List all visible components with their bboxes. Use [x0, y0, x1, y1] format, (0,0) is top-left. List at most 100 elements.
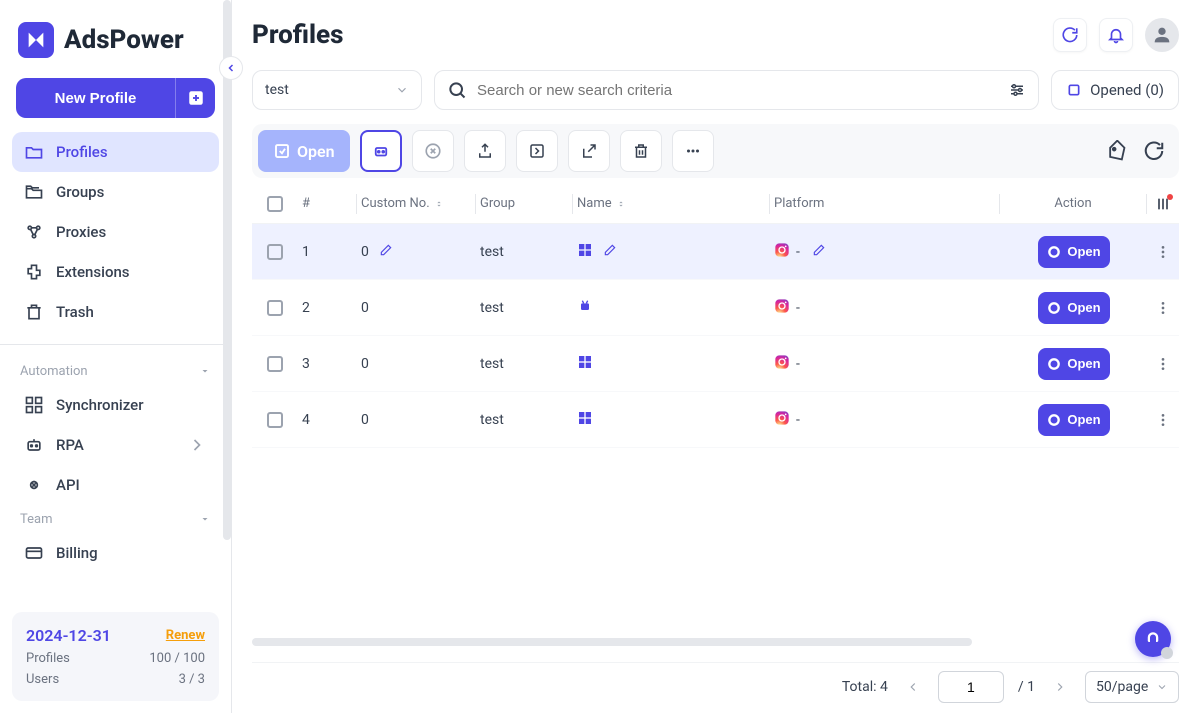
- row-checkbox[interactable]: [267, 412, 283, 428]
- row-open-button[interactable]: Open: [1038, 236, 1110, 268]
- prev-page-button[interactable]: [902, 676, 924, 698]
- col-num[interactable]: #: [298, 196, 356, 211]
- filter-icon[interactable]: [1008, 81, 1026, 99]
- page-input[interactable]: [938, 671, 1004, 703]
- row-num: 3: [298, 356, 356, 372]
- license-profiles-value: 100 / 100: [149, 651, 205, 666]
- row-custom: 0: [357, 300, 475, 316]
- instagram-icon: [774, 242, 790, 262]
- pagination-footer: Total: 4 / 1 50/page: [252, 662, 1179, 703]
- next-page-button[interactable]: [1049, 676, 1071, 698]
- col-custom-label: Custom No.: [361, 196, 430, 211]
- toolbar-close-button[interactable]: [412, 130, 454, 172]
- row-platform: -: [770, 354, 1001, 374]
- toolbar-import-button[interactable]: [516, 130, 558, 172]
- instagram-icon: [774, 410, 790, 430]
- edit-icon[interactable]: [806, 243, 826, 261]
- renew-link[interactable]: Renew: [166, 628, 205, 643]
- group-select-value: test: [265, 82, 289, 98]
- sidebar-item-billing[interactable]: Billing: [12, 533, 219, 573]
- row-platform: -: [770, 298, 1001, 318]
- row-checkbox[interactable]: [267, 356, 283, 372]
- sidebar-item-label: Groups: [56, 183, 104, 201]
- table-horizontal-scrollbar[interactable]: [252, 638, 1179, 646]
- new-profile-button[interactable]: New Profile: [16, 78, 175, 118]
- col-action: Action: [1000, 196, 1146, 211]
- sidebar-item-label: Profiles: [56, 143, 108, 161]
- group-select[interactable]: test: [252, 70, 422, 110]
- sidebar-item-api[interactable]: API: [12, 465, 219, 505]
- table-row[interactable]: 30test - Open: [252, 336, 1179, 392]
- page-title: Profiles: [252, 20, 343, 50]
- row-name: [573, 298, 769, 318]
- sidebar-item-extensions[interactable]: Extensions: [12, 252, 219, 292]
- toolbar-tag-button[interactable]: [1103, 138, 1129, 164]
- row-custom: 0: [357, 356, 475, 372]
- row-num: 2: [298, 300, 356, 316]
- row-name: [573, 242, 769, 262]
- toolbar-more-button[interactable]: [672, 130, 714, 172]
- select-all-checkbox[interactable]: [267, 196, 283, 212]
- table-row[interactable]: 40test-Open: [252, 392, 1179, 448]
- os-icon: [577, 410, 593, 430]
- section-team[interactable]: Team: [0, 505, 231, 533]
- os-icon: [577, 298, 593, 318]
- sidebar-item-synchronizer[interactable]: Synchronizer: [12, 385, 219, 425]
- col-platform[interactable]: Platform: [770, 196, 999, 211]
- column-settings-button[interactable]: [1147, 196, 1179, 212]
- avatar[interactable]: [1145, 18, 1179, 52]
- section-automation[interactable]: Automation: [0, 357, 231, 385]
- edit-icon[interactable]: [597, 243, 617, 261]
- row-name: [573, 354, 769, 374]
- sidebar-item-label: Trash: [56, 303, 94, 321]
- page-count: / 1: [1018, 679, 1035, 695]
- col-name[interactable]: Name: [573, 196, 769, 211]
- opened-label: Opened (0): [1090, 81, 1164, 99]
- os-icon: [577, 242, 593, 262]
- row-more-button[interactable]: [1147, 244, 1179, 260]
- sidebar-scrollbar[interactable]: [223, 0, 231, 593]
- row-platform: -: [770, 242, 1001, 262]
- row-checkbox[interactable]: [267, 244, 283, 260]
- row-more-button[interactable]: [1147, 300, 1179, 316]
- search-input[interactable]: [477, 82, 998, 99]
- col-group[interactable]: Group: [476, 196, 572, 211]
- toolbar-delete-button[interactable]: [620, 130, 662, 172]
- toolbar-refresh-button[interactable]: [1141, 138, 1167, 164]
- toolbar-export-button[interactable]: [464, 130, 506, 172]
- total-count: Total: 4: [842, 679, 888, 695]
- table-row[interactable]: 20test-Open: [252, 280, 1179, 336]
- license-profiles-label: Profiles: [26, 651, 70, 666]
- row-more-button[interactable]: [1147, 356, 1179, 372]
- row-open-button[interactable]: Open: [1038, 404, 1110, 436]
- row-checkbox[interactable]: [267, 300, 283, 316]
- row-open-button[interactable]: Open: [1038, 348, 1110, 380]
- sidebar-item-trash[interactable]: Trash: [12, 292, 219, 332]
- row-num: 1: [298, 244, 356, 260]
- row-custom: 0: [357, 412, 475, 428]
- per-page-select[interactable]: 50/page: [1085, 671, 1179, 703]
- sidebar-item-rpa[interactable]: RPA: [12, 425, 219, 465]
- toolbar-open-button[interactable]: Open: [258, 130, 350, 172]
- app-logo: AdsPower: [0, 0, 231, 78]
- toolbar-rpa-button[interactable]: [360, 130, 402, 172]
- sidebar-item-profiles[interactable]: Profiles: [12, 132, 219, 172]
- sidebar-item-label: Extensions: [56, 263, 130, 281]
- sidebar-item-groups[interactable]: Groups: [12, 172, 219, 212]
- table-row[interactable]: 10test-Open: [252, 224, 1179, 280]
- row-more-button[interactable]: [1147, 412, 1179, 428]
- row-open-button[interactable]: Open: [1038, 292, 1110, 324]
- new-profile-add-button[interactable]: [175, 78, 215, 118]
- edit-icon[interactable]: [373, 243, 393, 261]
- instagram-icon: [774, 298, 790, 318]
- toolbar-share-button[interactable]: [568, 130, 610, 172]
- row-group: test: [476, 356, 572, 372]
- notifications-button[interactable]: [1099, 18, 1133, 52]
- opened-filter-button[interactable]: Opened (0): [1051, 70, 1179, 110]
- support-fab[interactable]: [1135, 621, 1171, 657]
- section-label-text: Automation: [20, 364, 88, 379]
- sidebar-collapse-button[interactable]: [219, 56, 243, 80]
- sync-button[interactable]: [1053, 18, 1087, 52]
- sidebar-item-proxies[interactable]: Proxies: [12, 212, 219, 252]
- col-custom[interactable]: Custom No.: [357, 196, 475, 211]
